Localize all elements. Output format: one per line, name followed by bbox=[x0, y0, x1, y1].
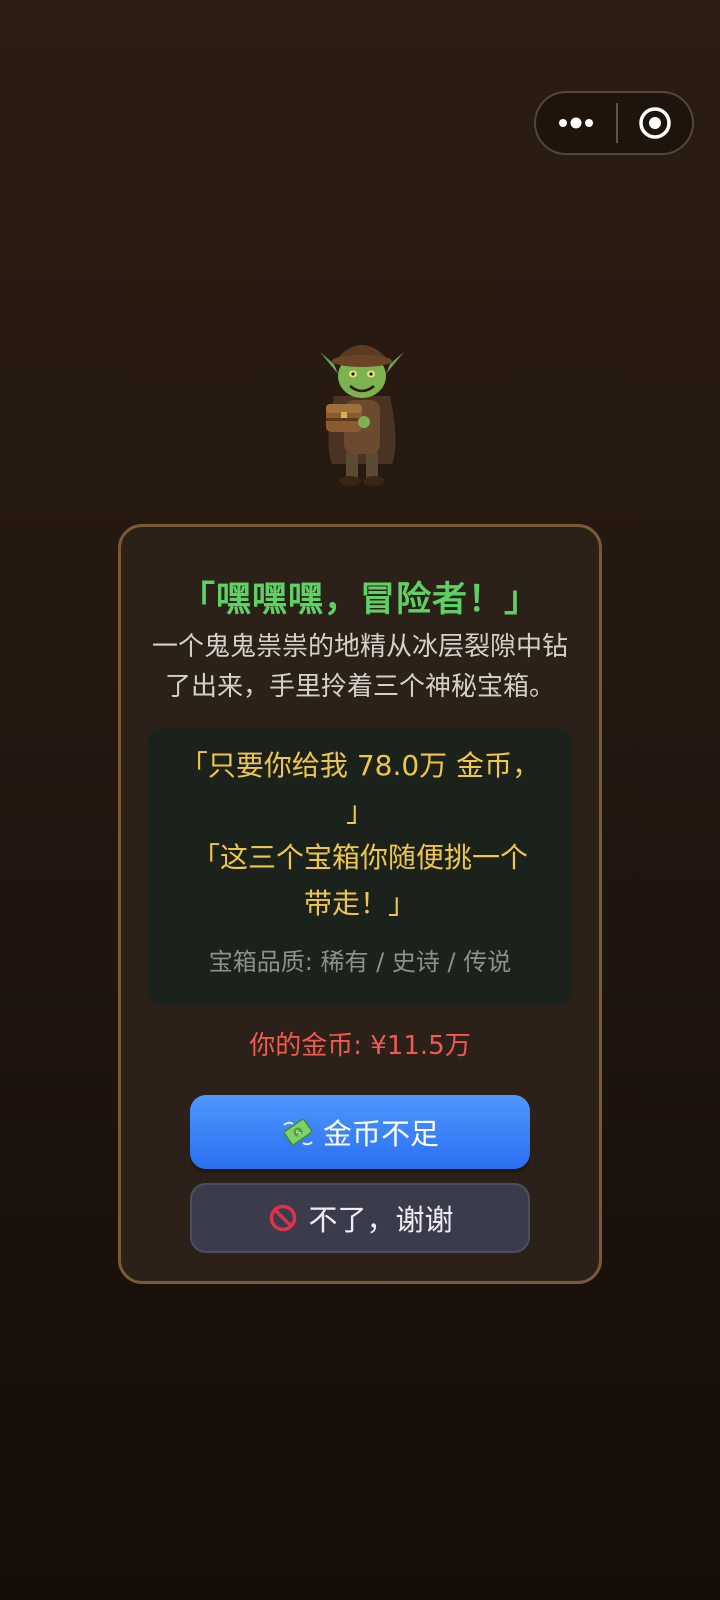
offer-box: 「只要你给我 78.0万 金币， 」 「这三个宝箱你随便挑一个 带走！」 宝箱品… bbox=[148, 727, 572, 1005]
insufficient-coins-label: 金币不足 bbox=[322, 1117, 439, 1151]
dialog-title: 「嘿嘿嘿，冒险者！」 bbox=[179, 580, 540, 620]
insufficient-coins-button[interactable]: $ 金币不足 bbox=[190, 1095, 530, 1169]
no-thanks-label: 不了，谢谢 bbox=[308, 1203, 454, 1237]
description-line: 一个鬼鬼祟祟的地精从冰层裂隙中钻 bbox=[151, 632, 568, 662]
more-dots-icon bbox=[559, 117, 593, 129]
dialog-description: 一个鬼鬼祟祟的地精从冰层裂隙中钻 了出来，手里拎着三个神秘宝箱。 bbox=[131, 627, 589, 707]
money-with-wings-icon: $ bbox=[281, 1115, 315, 1149]
offer-text: 「只要你给我 78.0万 金币， 」 「这三个宝箱你随便挑一个 带走！」 bbox=[158, 743, 562, 927]
more-button[interactable] bbox=[536, 93, 616, 153]
prohibited-icon bbox=[266, 1201, 300, 1235]
offer-line: 」 bbox=[345, 795, 374, 828]
capsule-menu bbox=[534, 91, 694, 155]
chest-quality: 宝箱品质: 稀有 / 史诗 / 传说 bbox=[208, 948, 512, 976]
goblin-offer-dialog: 「嘿嘿嘿，冒险者！」 一个鬼鬼祟祟的地精从冰层裂隙中钻 了出来，手里拎着三个神秘… bbox=[118, 524, 602, 1284]
description-line: 了出来，手里拎着三个神秘宝箱。 bbox=[164, 672, 555, 702]
offer-line: 「只要你给我 78.0万 金币， bbox=[179, 749, 541, 782]
offer-line: 带走！」 bbox=[303, 887, 416, 920]
close-miniprogram-button[interactable] bbox=[618, 93, 692, 153]
your-coins: 你的金币: ¥11.5万 bbox=[249, 1031, 471, 1061]
offer-line: 「这三个宝箱你随便挑一个 bbox=[191, 841, 528, 874]
no-thanks-button[interactable]: 不了，谢谢 bbox=[190, 1183, 530, 1253]
goblin-with-chest-illustration bbox=[320, 345, 404, 486]
goblin-illustration bbox=[312, 334, 412, 494]
target-circle-icon bbox=[639, 107, 671, 139]
